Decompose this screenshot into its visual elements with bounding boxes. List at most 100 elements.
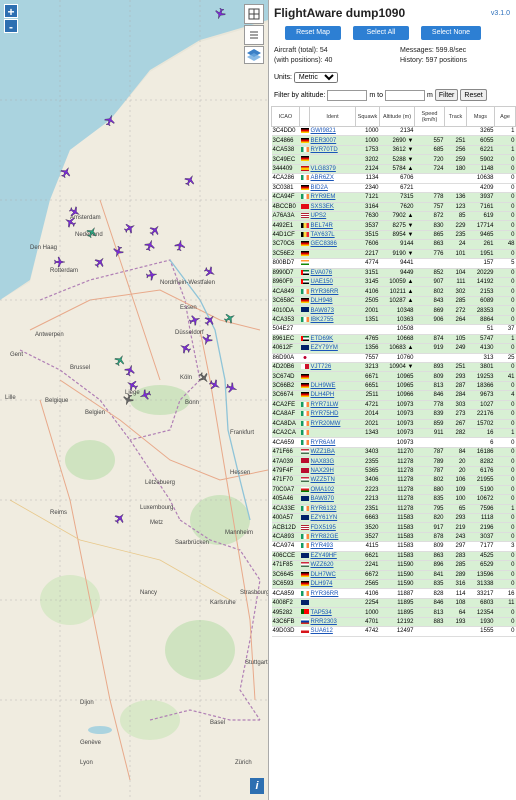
aircraft-row[interactable]: 4CA859 RYR36RR 4106 11887 828 114 33217 16: [271, 588, 516, 599]
aircraft-row[interactable]: 495282 TAP534 1000 11895 813 64 12354 0: [271, 607, 516, 618]
ident-link[interactable]: DLH7WC: [311, 572, 336, 578]
ident-link[interactable]: NAX83G: [311, 459, 335, 465]
aircraft-marker-icon[interactable]: [201, 334, 213, 346]
ident-link[interactable]: RYR493: [311, 543, 334, 549]
ident-link[interactable]: RYR70TD: [311, 147, 338, 153]
column-header[interactable]: Altitude (m): [379, 106, 415, 127]
ident-link[interactable]: TAP534: [311, 610, 332, 616]
ident-link[interactable]: ABR6ZX: [311, 175, 334, 181]
aircraft-row[interactable]: 406CCE EZY49HF 6621 11583 863 283 4525 0: [271, 551, 516, 562]
aircraft-row[interactable]: 4CA94F RYR9EM 7121 7315 778 136 3937 0: [271, 192, 516, 203]
aircraft-row[interactable]: 4CA893 RYR82GE 3527 11583 878 243 3037 0: [271, 532, 516, 543]
aircraft-marker-icon[interactable]: [184, 174, 196, 186]
ident-link[interactable]: TAY637L: [311, 232, 335, 238]
aircraft-row[interactable]: 4CA659 RYR6AM 10973 6 0: [271, 437, 516, 448]
units-select[interactable]: Metric: [293, 72, 338, 83]
aircraft-row[interactable]: 40612F EZY79YM 1356 10683 ▲ 919 249 4130 0: [271, 343, 516, 354]
aircraft-row[interactable]: 4CA33E RYR6132 2351 11278 795 65 7596 1: [271, 504, 516, 514]
max-altitude-input[interactable]: [384, 89, 425, 101]
aircraft-marker-icon[interactable]: [226, 382, 238, 394]
aircraft-marker-icon[interactable]: [204, 314, 216, 326]
aircraft-marker-icon[interactable]: [224, 312, 236, 324]
aircraft-row[interactable]: 4CA849 RYR36RR 4106 10211 ▲ 802 302 2153 0: [271, 286, 516, 297]
aircraft-row[interactable]: 3C658C DLH948 2505 10287 ▲ 843 285 6089 0: [271, 296, 516, 307]
aircraft-row[interactable]: 3C6645 DLH7WC 6672 11590 841 289 13596 0: [271, 570, 516, 581]
aircraft-row[interactable]: 8990D7 EVA076 3151 9449 852 104 20229 0: [271, 268, 516, 279]
ident-link[interactable]: RYR6132: [311, 506, 337, 512]
ident-link[interactable]: NAX29H: [311, 468, 334, 474]
aircraft-marker-icon[interactable]: [112, 246, 124, 258]
ident-link[interactable]: ETD69K: [311, 336, 334, 342]
version-link[interactable]: v3.1.0: [491, 10, 510, 17]
zoom-out-button[interactable]: -: [4, 19, 18, 34]
zoom-in-button[interactable]: +: [4, 4, 18, 19]
aircraft-marker-icon[interactable]: [86, 226, 98, 238]
ident-link[interactable]: UPS2: [311, 213, 327, 219]
aircraft-marker-icon[interactable]: [60, 166, 72, 178]
column-header[interactable]: [299, 106, 310, 127]
aircraft-row[interactable]: 504E27 10508 51 37: [271, 324, 516, 335]
aircraft-row[interactable]: ACB12D FDX5195 3520 11583 917 219 2196 0: [271, 522, 516, 533]
ident-link[interactable]: EVA076: [311, 270, 333, 276]
aircraft-row[interactable]: 3C56E2 2217 9190 ▼ 776 101 1951 0: [271, 249, 516, 260]
aircraft-row[interactable]: 4010DA BAW873 2001 10348 869 272 28353 0: [271, 305, 516, 316]
aircraft-row[interactable]: 4CA8AF RYR75HD 2014 10973 839 273 22176 0: [271, 409, 516, 420]
ident-link[interactable]: EZY61YN: [311, 515, 338, 521]
ident-link[interactable]: BID2A: [311, 185, 328, 191]
aircraft-row[interactable]: 4CA974 RYR493 4115 11583 809 297 7177 3: [271, 541, 516, 552]
aircraft-row[interactable]: 86D90A 7557 10760 313 25: [271, 353, 516, 363]
aircraft-marker-icon[interactable]: [114, 512, 126, 524]
ident-link[interactable]: RYR36RR: [311, 591, 339, 597]
ident-link[interactable]: RYR82GE: [311, 534, 339, 540]
aircraft-marker-icon[interactable]: [189, 314, 201, 326]
ident-link[interactable]: EZY79YM: [311, 345, 338, 351]
aircraft-row[interactable]: 471F66 WZZ1BA 3403 11270 787 84 16186 0: [271, 447, 516, 458]
aircraft-marker-icon[interactable]: [124, 222, 136, 234]
aircraft-marker-icon[interactable]: [146, 269, 158, 281]
ident-link[interactable]: BAW870: [311, 496, 334, 502]
ident-link[interactable]: VLG8379: [311, 166, 336, 172]
column-header[interactable]: Squawk: [355, 106, 380, 127]
aircraft-row[interactable]: 4492E1 BEL74R 3537 8275 ▼ 830 229 17714 0: [271, 220, 516, 231]
ident-link[interactable]: UAE150: [311, 279, 333, 285]
aircraft-marker-icon[interactable]: [198, 372, 210, 384]
reset-filter-button[interactable]: Reset: [460, 89, 487, 101]
aircraft-row[interactable]: 44D1CF TAY637L 3515 8954 ▼ 865 235 9465 0: [271, 230, 516, 241]
aircraft-row[interactable]: 4BCCB0 SXS3EK 3164 7620 757 123 7161 0: [271, 202, 516, 212]
ident-link[interactable]: EZY49HF: [311, 553, 337, 559]
aircraft-marker-icon[interactable]: [204, 266, 216, 278]
aircraft-marker-icon[interactable]: [144, 239, 156, 251]
aircraft-row[interactable]: 3C674D 6671 10965 809 293 19253 41: [271, 371, 516, 382]
ident-link[interactable]: DLH948: [311, 298, 333, 304]
aircraft-marker-icon[interactable]: [124, 364, 136, 376]
aircraft-row[interactable]: 3C4DD0 GWI9821 1000 2134 3265 1: [271, 126, 516, 137]
aircraft-row[interactable]: 4CA2FE RYR71LW 4721 10973 778 303 1027 0: [271, 400, 516, 411]
ident-link[interactable]: RYR20MW: [311, 421, 341, 427]
ident-link[interactable]: FDX5195: [311, 525, 336, 531]
aircraft-row[interactable]: 4CA286 ABR6ZX 1134 6706 10638 0: [271, 173, 516, 184]
layers-button[interactable]: [244, 46, 264, 64]
panel-toggle-button[interactable]: [244, 4, 264, 24]
aircraft-row[interactable]: 4CA2CA 1343 10973 911 282 16 1: [271, 428, 516, 439]
ident-link[interactable]: IBK2755: [311, 317, 334, 323]
aircraft-row[interactable]: 3C66B2 DLH9WE 6651 10965 813 287 18366 0: [271, 381, 516, 392]
aircraft-marker-icon[interactable]: [214, 8, 226, 20]
aircraft-marker-icon[interactable]: [139, 389, 151, 401]
aircraft-row[interactable]: 479F4F NAX29H 5365 11278 787 20 6176 0: [271, 466, 516, 477]
ident-link[interactable]: RRR2303: [311, 619, 337, 625]
aircraft-marker-icon[interactable]: [126, 379, 138, 391]
ident-link[interactable]: RYR6AM: [311, 440, 336, 446]
reset-map-button[interactable]: Reset Map: [285, 26, 341, 40]
map-view[interactable]: Nederland Den Haag Amsterdam Rotterdam Antwe…: [0, 0, 268, 800]
aircraft-row[interactable]: 3C6593 DLH974 2565 11590 835 316 31338 0: [271, 579, 516, 590]
ident-link[interactable]: RYR71LW: [311, 402, 339, 408]
ident-link[interactable]: SUA612: [311, 628, 333, 634]
ident-link[interactable]: BER3007: [311, 138, 337, 144]
aircraft-row[interactable]: 4CA538 RYR70TD 1753 3612 ▼ 685 256 6221 1: [271, 145, 516, 156]
select-all-button[interactable]: Select All: [353, 26, 409, 40]
aircraft-marker-icon[interactable]: [209, 379, 221, 391]
column-header[interactable]: Age: [494, 106, 516, 127]
min-altitude-input[interactable]: [327, 89, 368, 101]
aircraft-row[interactable]: 4CA8DA RYR20MW 2021 10973 859 267 15702 0: [271, 419, 516, 430]
aircraft-marker-icon[interactable]: [54, 256, 66, 268]
